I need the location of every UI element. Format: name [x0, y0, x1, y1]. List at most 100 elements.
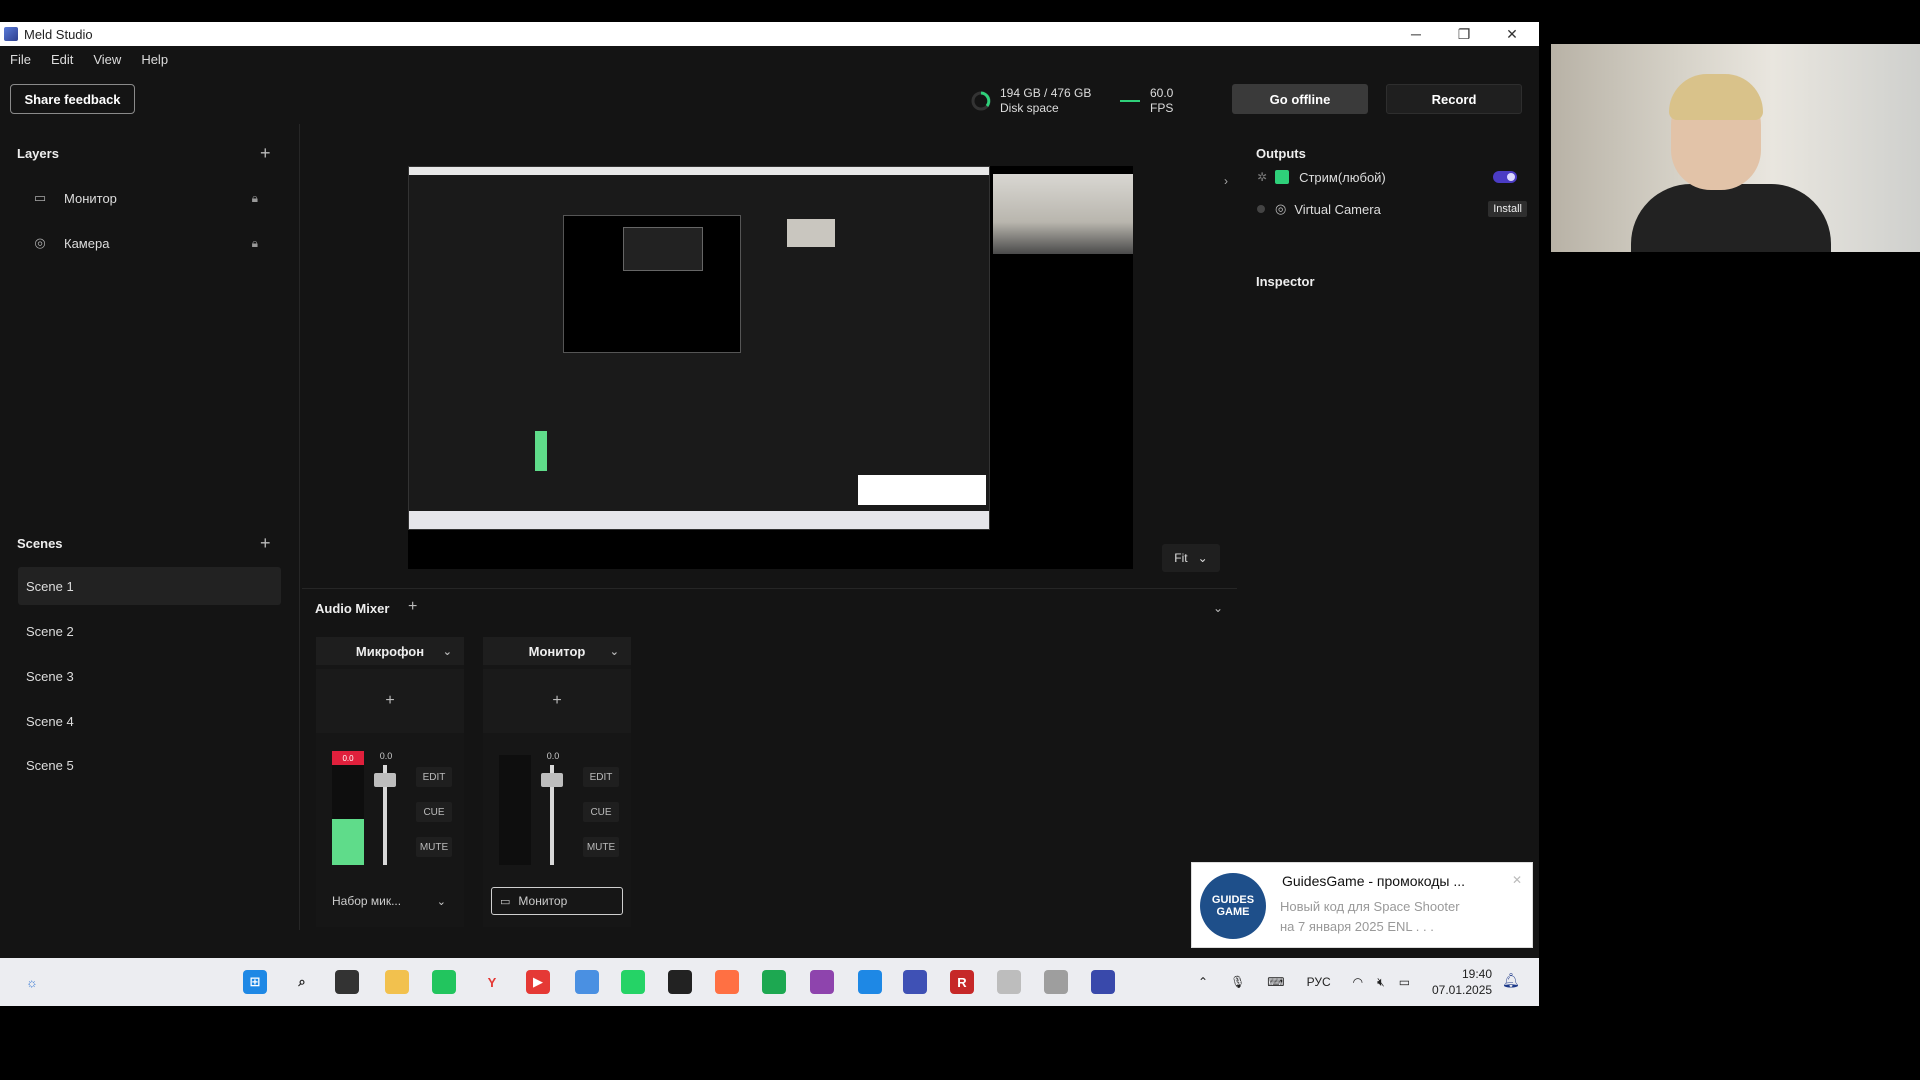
install-button[interactable]: Install — [1488, 201, 1527, 217]
app-store-icon[interactable] — [903, 970, 927, 994]
output-item-virtual-camera[interactable]: ◎ Virtual Camera Install — [1257, 195, 1527, 223]
output-label: Стрим(любой) — [1299, 169, 1386, 185]
outputs-title: Outputs — [1256, 146, 1306, 161]
stream-toggle[interactable] — [1493, 171, 1517, 183]
clock-time: 19:40 — [1461, 967, 1492, 981]
chevron-up-icon[interactable]: ⌃ — [1198, 975, 1208, 989]
menu-help[interactable]: Help — [131, 52, 178, 67]
stream-icon — [1275, 170, 1290, 184]
fader-value: 0.0 — [546, 751, 560, 761]
lock-icon[interactable]: 🔒︎ — [252, 236, 258, 251]
status-dot-icon — [1257, 205, 1265, 213]
notification-line-2: на 7 января 2025 ENL . . . — [1280, 919, 1434, 934]
channel-name: Микрофон — [355, 643, 425, 659]
layers-title: Layers — [17, 146, 59, 161]
lock-icon[interactable]: 🔒︎ — [252, 191, 258, 206]
menu-edit[interactable]: Edit — [41, 52, 83, 67]
scene-item-2[interactable]: Scene 2 — [18, 612, 281, 650]
keyboard-icon[interactable]: ⌨ — [1267, 975, 1284, 989]
battery-icon[interactable]: ▭ — [1399, 975, 1410, 989]
audio-mixer: Audio Mixer + ⌄ Микрофон ⌄ + 0.0 0.0 EDI… — [302, 588, 1237, 930]
language-indicator[interactable]: РУС — [1307, 975, 1331, 989]
level-meter — [499, 755, 531, 865]
mute-button[interactable]: MUTE — [583, 837, 619, 857]
scene-item-5[interactable]: Scene 5 — [18, 746, 281, 784]
device-select[interactable]: Набор мик... ⌄ — [324, 887, 456, 915]
scene-item-1[interactable]: Scene 1 — [18, 567, 281, 605]
app-blue-icon[interactable] — [858, 970, 882, 994]
menu-file[interactable]: File — [0, 52, 41, 67]
close-button[interactable]: ✕ — [1488, 22, 1536, 46]
volume-muted-icon[interactable]: 🔇︎ — [1377, 975, 1385, 990]
weather-icon[interactable]: ☼ — [20, 970, 44, 994]
menu-view[interactable]: View — [83, 52, 131, 67]
fps-indicator-icon — [1120, 100, 1140, 102]
telegram-icon[interactable] — [575, 970, 599, 994]
device-select[interactable]: ▭ Монитор — [491, 887, 623, 915]
messenger-icon[interactable] — [621, 970, 645, 994]
volume-fader-handle[interactable] — [374, 773, 396, 787]
chevron-down-icon: ⌄ — [442, 645, 452, 658]
channel-header[interactable]: Монитор ⌄ — [483, 637, 631, 665]
microphone-icon[interactable]: 🎙︎ — [1230, 975, 1245, 989]
add-audio-source-button[interactable]: + — [408, 598, 417, 616]
app-mouse-icon[interactable] — [1044, 970, 1068, 994]
task-view-icon[interactable] — [335, 970, 359, 994]
right-panel: Outputs ✲ Стрим(любой) ◎ Virtual Camera … — [1239, 124, 1539, 930]
clock[interactable]: 19:40 07.01.2025 — [1432, 966, 1492, 998]
collapse-mixer-icon[interactable]: ⌄ — [1213, 601, 1223, 615]
disk-space-stat: 194 GB / 476 GB Disk space — [1000, 86, 1091, 116]
notification-toast[interactable]: GUIDES GAME GuidesGame - промокоды ... Н… — [1191, 862, 1533, 948]
share-feedback-button[interactable]: Share feedback — [10, 84, 135, 114]
layer-item-monitor[interactable]: ▭ Монитор 🔒︎ — [18, 180, 258, 216]
edit-button[interactable]: EDIT — [583, 767, 619, 787]
add-filter-button[interactable]: + — [316, 669, 464, 733]
notification-bell-icon[interactable]: 🔔︎ — [1502, 972, 1520, 989]
youtube-icon[interactable]: ▶ — [526, 970, 550, 994]
add-scene-button[interactable]: + — [260, 534, 271, 552]
file-explorer-icon[interactable] — [385, 970, 409, 994]
minimize-button[interactable]: ─ — [1392, 22, 1440, 46]
app-icon — [4, 27, 18, 41]
layer-item-camera[interactable]: ◎ Камера 🔒︎ — [18, 225, 258, 261]
output-item-stream[interactable]: ✲ Стрим(любой) — [1257, 163, 1527, 191]
wifi-icon[interactable]: ◠ — [1353, 975, 1363, 989]
monitor-icon: ▭ — [33, 190, 47, 205]
mixer-channel-mic: Микрофон ⌄ + 0.0 0.0 EDIT CUE MUTE Набор… — [316, 637, 464, 927]
yandex-browser-icon[interactable]: Y — [480, 970, 504, 994]
add-layer-button[interactable]: + — [260, 144, 271, 162]
mute-button[interactable]: MUTE — [416, 837, 452, 857]
edit-button[interactable]: EDIT — [416, 767, 452, 787]
maximize-button[interactable]: ❐ — [1440, 22, 1488, 46]
preview-canvas[interactable] — [408, 166, 1133, 569]
app-purple-icon[interactable] — [810, 970, 834, 994]
layer-label: Монитор — [64, 190, 117, 206]
menu-bar: File Edit View Help — [0, 46, 1539, 72]
meld-studio-taskbar-icon[interactable] — [1091, 970, 1115, 994]
record-button[interactable]: Record — [1386, 84, 1522, 114]
cue-button[interactable]: CUE — [583, 802, 619, 822]
close-icon[interactable]: ✕ — [1512, 873, 1522, 887]
fit-dropdown[interactable]: Fit ⌄ — [1162, 544, 1220, 572]
fader-value: 0.0 — [379, 751, 393, 761]
whatsapp-icon[interactable] — [762, 970, 786, 994]
scene-item-3[interactable]: Scene 3 — [18, 657, 281, 695]
app-grey-icon[interactable] — [997, 970, 1021, 994]
scene-item-4[interactable]: Scene 4 — [18, 702, 281, 740]
audio-mixer-title: Audio Mixer — [315, 601, 390, 616]
app-orange-icon[interactable] — [668, 970, 692, 994]
chevron-right-icon[interactable]: › — [1224, 174, 1228, 188]
firefox-icon[interactable] — [715, 970, 739, 994]
screen: Meld Studio ─ ❐ ✕ File Edit View Help Sh… — [0, 0, 1920, 1080]
channel-header[interactable]: Микрофон ⌄ — [316, 637, 464, 665]
cue-button[interactable]: CUE — [416, 802, 452, 822]
windows-start-icon[interactable]: ⊞ — [243, 970, 267, 994]
go-offline-button[interactable]: Go offline — [1232, 84, 1368, 114]
camera-preview — [993, 174, 1133, 254]
app-green-icon[interactable] — [432, 970, 456, 994]
volume-fader-handle[interactable] — [541, 773, 563, 787]
disk-usage-icon — [971, 91, 991, 111]
app-r-icon[interactable]: R — [950, 970, 974, 994]
search-icon[interactable]: ⌕ — [290, 970, 314, 994]
add-filter-button[interactable]: + — [483, 669, 631, 733]
